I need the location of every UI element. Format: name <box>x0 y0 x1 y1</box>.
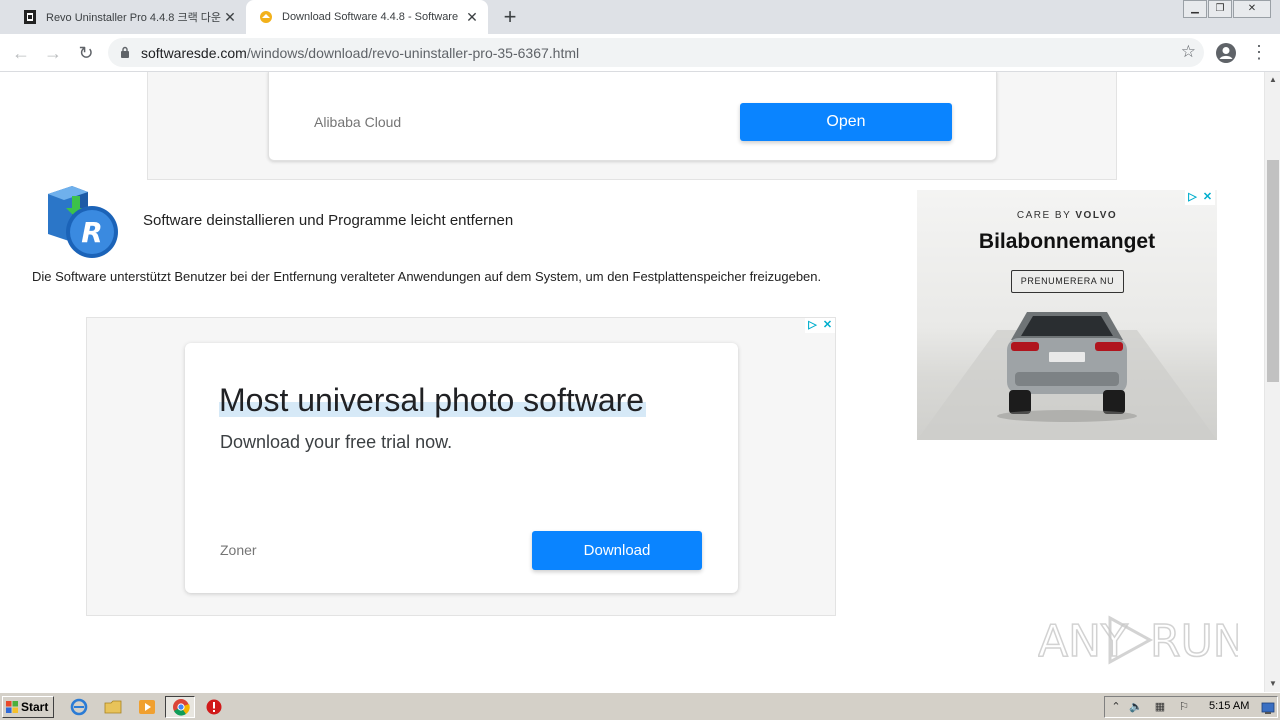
ad-close-icon[interactable]: ✕ <box>820 318 835 333</box>
svg-text:RUN: RUN <box>1150 616 1238 667</box>
back-arrow-icon[interactable]: ← <box>9 41 33 65</box>
anyrun-watermark-icon: ANY RUN <box>1038 615 1238 668</box>
scroll-down-arrow-icon[interactable]: ▼ <box>1265 676 1280 692</box>
scroll-up-arrow-icon[interactable]: ▲ <box>1265 72 1280 88</box>
folder-icon[interactable] <box>104 698 122 716</box>
ad-card: Alibaba Cloud Open <box>268 72 997 161</box>
ad-title: Bilabonnemanget <box>978 230 1156 253</box>
close-window-icon[interactable]: ✕ <box>1233 0 1271 18</box>
show-desktop-icon[interactable] <box>1261 701 1275 715</box>
tab-title: Download Software 4.4.8 - Software <box>282 11 459 23</box>
close-icon[interactable]: ✕ <box>464 9 480 25</box>
network-icon[interactable]: ▦ <box>1153 700 1167 714</box>
restore-icon[interactable]: ❐ <box>1208 0 1232 18</box>
article-tagline: Software deinstallieren und Programme le… <box>143 212 514 229</box>
action-center-flag-icon[interactable]: ⚐ <box>1177 700 1191 714</box>
new-tab-button[interactable]: + <box>498 5 522 29</box>
ad-banner-side[interactable]: ▷ ✕ CARE BY VOLVO Bilabonnemanget PRENUM… <box>917 190 1217 440</box>
close-icon[interactable]: ✕ <box>222 9 238 25</box>
url-path: /windows/download/revo-uninstaller-pro-3… <box>246 45 580 61</box>
tray-expand-icon[interactable]: ⌃ <box>1109 700 1123 714</box>
lock-icon <box>121 46 129 58</box>
tab-revo-uninstaller[interactable]: Revo Uninstaller Pro 4.4.8 크랙 다운 ✕ <box>10 0 246 34</box>
tab-strip: Revo Uninstaller Pro 4.4.8 크랙 다운 ✕ Downl… <box>0 0 1280 34</box>
page-viewport: Alibaba Cloud Open R Software deinstalli… <box>0 72 1264 692</box>
url-domain: softwaresde.com <box>141 45 247 61</box>
ad-close-icon[interactable]: ✕ <box>1200 190 1215 205</box>
ad-brand: Alibaba Cloud <box>314 114 402 130</box>
taskbar-chrome-button[interactable] <box>165 696 195 718</box>
adchoices-play-icon[interactable]: ▷ <box>1185 190 1200 205</box>
softwaresde-favicon-icon <box>260 11 272 23</box>
adchoices-badge[interactable]: ▷ ✕ <box>805 318 835 333</box>
vertical-scrollbar[interactable]: ▲ ▼ <box>1264 72 1280 692</box>
taskbar-clock: 5:15 AM <box>1209 700 1250 712</box>
minimize-icon[interactable]: ▁ <box>1183 0 1207 18</box>
adchoices-play-icon[interactable]: ▷ <box>805 318 820 333</box>
article-description: Die Software unterstützt Benutzer bei de… <box>32 269 822 284</box>
ad-brand: Zoner <box>220 542 257 558</box>
ad-kicker-prefix: CARE BY <box>1016 210 1072 221</box>
ad-subscribe-button[interactable]: PRENUMERERA NU <box>1011 270 1124 293</box>
profile-avatar-icon[interactable] <box>1215 42 1237 64</box>
windows-taskbar: Start ⌃ 🔈 ▦ ⚐ 5:15 AM <box>0 692 1280 720</box>
windows-flag-icon <box>6 701 18 713</box>
alert-stop-icon[interactable] <box>205 698 223 716</box>
adchoices-badge[interactable]: ▷ ✕ <box>1185 190 1215 205</box>
ad-banner-top[interactable]: Alibaba Cloud Open <box>147 72 1117 180</box>
kebab-menu-icon[interactable]: ⋮ <box>1250 41 1268 65</box>
ad-banner-main[interactable]: ▷ ✕ Most universal photo software Downlo… <box>86 317 836 616</box>
tab-download-software[interactable]: Download Software 4.4.8 - Software ✕ <box>246 0 488 34</box>
ad-open-button[interactable]: Open <box>740 103 952 141</box>
ad-headline: Most universal photo software <box>219 380 647 420</box>
browser-toolbar: ← → ↻ softwaresde.com/windows/download/r… <box>0 34 1280 72</box>
ad-kicker-brand: VOLVO <box>1075 210 1118 221</box>
ad-kicker: CARE BY VOLVO <box>917 210 1217 221</box>
internet-explorer-icon[interactable] <box>70 698 88 716</box>
media-player-icon[interactable] <box>138 698 156 716</box>
scroll-thumb[interactable] <box>1267 160 1279 382</box>
start-label: Start <box>21 700 49 714</box>
start-button[interactable]: Start <box>2 696 54 718</box>
reload-icon[interactable]: ↻ <box>74 41 98 65</box>
bookmark-star-icon[interactable]: ☆ <box>1181 42 1196 62</box>
ad-download-button[interactable]: Download <box>532 531 702 570</box>
address-bar[interactable]: softwaresde.com/windows/download/revo-un… <box>108 38 1204 67</box>
forward-arrow-icon[interactable]: → <box>41 41 65 65</box>
ad-subline: Download your free trial now. <box>220 432 453 452</box>
revo-favicon-icon <box>24 10 36 24</box>
volume-icon[interactable]: 🔈 <box>1129 700 1143 714</box>
svg-text:R: R <box>81 216 103 249</box>
ad-card: Most universal photo software Download y… <box>185 343 738 593</box>
revo-uninstaller-logo-icon: R <box>48 186 118 258</box>
url-text: softwaresde.com/windows/download/revo-un… <box>141 45 579 61</box>
chrome-icon <box>173 699 190 716</box>
tab-title: Revo Uninstaller Pro 4.4.8 크랙 다운 <box>46 12 221 24</box>
system-tray: ⌃ 🔈 ▦ ⚐ 5:15 AM <box>1104 696 1278 718</box>
car-image <box>917 312 1217 440</box>
